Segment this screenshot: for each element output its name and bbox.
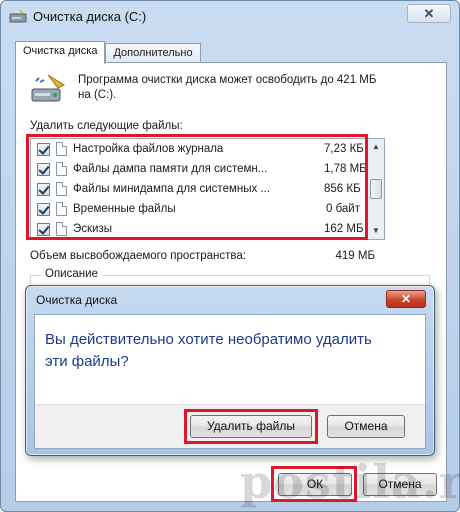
window-title: Очистка диска (C:)	[33, 8, 147, 24]
window-close-button[interactable]: ✕	[407, 4, 451, 23]
file-checkbox[interactable]	[37, 162, 50, 176]
file-row[interactable]: Временные файлы 0 байт	[31, 199, 384, 219]
file-row[interactable]: Файлы дампа памяти для системн... 1,78 М…	[31, 159, 384, 179]
tab-strip: Очистка диска Дополнительно	[15, 41, 201, 64]
file-row[interactable]: Файлы минидампа для системных ... 856 КБ	[31, 179, 384, 199]
file-checkbox[interactable]	[37, 222, 50, 236]
freed-space-value: 419 МБ	[335, 250, 375, 262]
file-name: Эскизы	[73, 223, 113, 235]
file-checkbox[interactable]	[37, 182, 50, 196]
description-text: Программа очистки диска может освободить…	[78, 74, 377, 101]
file-icon	[56, 162, 67, 176]
scroll-down-icon[interactable]: ▼	[368, 223, 384, 239]
file-icon	[56, 202, 67, 216]
main-button-bar: ОК Отмена	[1, 467, 460, 507]
freed-space-label: Объем высвобождаемого пространства:	[30, 250, 246, 262]
disk-cleanup-icon	[9, 8, 27, 24]
file-list: Настройка файлов журнала 7,23 КБ Файлы д…	[30, 138, 385, 240]
dialog-footer: Удалить файлы Отмена	[35, 404, 425, 448]
dialog-close-button[interactable]: ✕	[386, 290, 426, 308]
ok-button[interactable]: ОК	[278, 473, 352, 496]
dialog-body: Вы действительно хотите необратимо удали…	[34, 314, 426, 449]
file-name: Временные файлы	[73, 203, 176, 215]
file-checkbox[interactable]	[37, 202, 50, 216]
file-row[interactable]: Эскизы 162 МБ	[31, 219, 384, 239]
file-icon	[56, 142, 67, 156]
file-list-scrollbar[interactable]: ▲ ▼	[367, 139, 384, 239]
scroll-thumb[interactable]	[370, 179, 382, 199]
file-name: Файлы дампа памяти для системн...	[73, 163, 268, 175]
tab-more-options[interactable]: Дополнительно	[105, 43, 201, 64]
dialog-cancel-button[interactable]: Отмена	[327, 415, 405, 438]
file-name: Настройка файлов журнала	[73, 143, 224, 155]
confirm-dialog: Очистка диска ✕ Вы действительно хотите …	[25, 285, 435, 456]
scroll-up-icon[interactable]: ▲	[368, 139, 384, 155]
disk-broom-icon	[30, 73, 70, 107]
delete-files-label: Удалить следующие файлы:	[30, 120, 183, 132]
delete-files-button[interactable]: Удалить файлы	[190, 415, 312, 438]
description-row: Программа очистки диска может освободить…	[30, 73, 378, 107]
freed-space-row: Объем высвобождаемого пространства: 419 …	[30, 250, 375, 262]
groupbox-label: Описание	[41, 268, 102, 280]
file-icon	[56, 182, 67, 196]
title-bar: Очистка диска (C:) ✕	[1, 1, 459, 31]
file-icon	[56, 222, 67, 236]
dialog-title: Очистка диска	[36, 293, 118, 307]
tab-disk-cleanup[interactable]: Очистка диска	[15, 41, 106, 64]
dialog-message: Вы действительно хотите необратимо удали…	[45, 331, 372, 370]
file-checkbox[interactable]	[37, 142, 50, 156]
main-cancel-button[interactable]: Отмена	[363, 473, 437, 496]
file-name: Файлы минидампа для системных ...	[73, 183, 271, 195]
file-row[interactable]: Настройка файлов журнала 7,23 КБ	[31, 139, 384, 159]
